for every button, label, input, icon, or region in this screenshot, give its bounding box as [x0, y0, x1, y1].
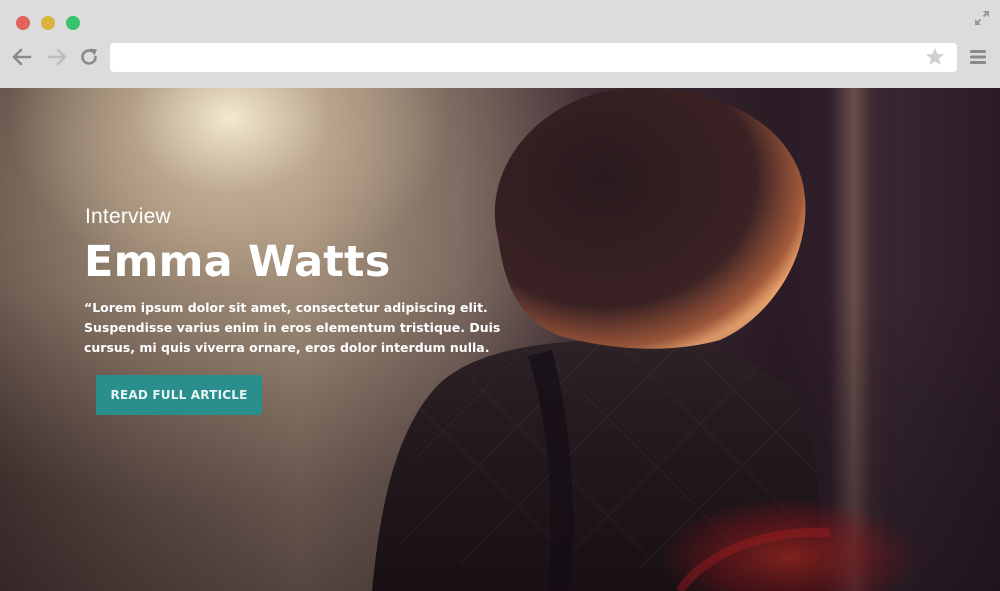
window-minimize-button[interactable]	[41, 16, 55, 30]
window-close-button[interactable]	[16, 16, 30, 30]
article-title: Emma Watts	[84, 237, 391, 287]
read-full-article-button[interactable]: Read Full Article	[96, 375, 262, 415]
reload-icon[interactable]	[78, 46, 100, 68]
hero-section: Interview Emma Watts “Lorem ipsum dolor …	[0, 88, 1000, 591]
browser-chrome	[0, 0, 1000, 88]
article-excerpt: “Lorem ipsum dolor sit amet, consectetur…	[84, 300, 501, 355]
fullscreen-expand-icon[interactable]	[972, 8, 992, 28]
address-bar-input[interactable]	[110, 43, 957, 72]
back-arrow-icon[interactable]	[11, 46, 33, 68]
hamburger-menu-icon[interactable]	[967, 46, 989, 68]
forward-arrow-icon[interactable]	[46, 46, 68, 68]
hero-text-block: Interview Emma Watts “Lorem ipsum dolor …	[84, 205, 514, 358]
bookmark-star-icon[interactable]	[924, 46, 946, 68]
window-maximize-button[interactable]	[66, 16, 80, 30]
article-category: Interview	[85, 205, 171, 228]
